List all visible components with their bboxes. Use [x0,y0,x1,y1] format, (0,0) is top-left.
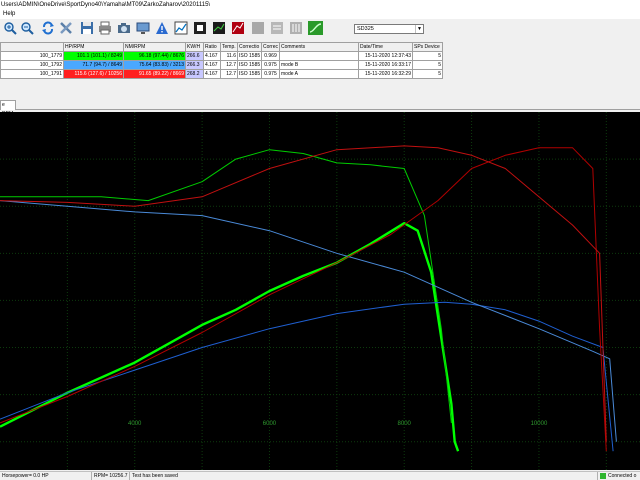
run-date: 15-11-2020 16:33:17 [358,60,413,70]
run-comment[interactable] [279,51,359,61]
run-sp: 5 [412,69,443,79]
run-id: 100_1791 [0,69,64,79]
device-select[interactable]: SD325 ▼ [354,24,424,34]
run-sp: 5 [412,60,443,70]
menu-help[interactable]: Help [3,11,15,17]
red-chart-icon[interactable] [231,21,245,35]
monitor-icon[interactable] [136,21,150,35]
run-factor: 0.969 [261,51,280,61]
run-ratio: 4.167 [203,69,221,79]
table-row[interactable]: 100_1791 115.6 (127.6) / 10256 91.65 (89… [0,69,443,79]
warning-icon[interactable] [155,21,169,35]
toolbar [0,19,640,39]
col-header[interactable]: Date/Time [358,42,413,52]
connected-icon [600,472,606,479]
series-line-power-4 [0,147,607,452]
run-nm: 91.65 (89.22) / 8669 [123,69,186,79]
col-header[interactable]: NM/RPM [123,42,186,52]
status-connection: Connected o [598,472,640,480]
device-select-value: SD325 [357,26,374,32]
col-header[interactable]: Comments [279,42,359,52]
tools-icon[interactable] [59,21,73,35]
camera-icon[interactable] [117,21,131,35]
run-temp: 12.7 [220,60,238,70]
run-comment[interactable]: mode B [279,60,359,70]
run-id: 100_1779 [0,51,64,61]
chart-window-icon[interactable] [212,21,226,35]
status-bar: Horsepower= 0.0 HP RPM= 10256.7 Test has… [0,471,640,480]
runs-table: HP/RPM NM/RPM KW/H Ratio Temp. Correctio… [0,42,443,79]
chart-x-ticks: 4000 6000 8000 10000 [128,421,548,427]
col-header[interactable]: Temp. [220,42,238,52]
col-header[interactable]: Ratio [203,42,221,52]
chevron-down-icon[interactable]: ▼ [415,25,423,33]
run-ratio: 4.167 [203,60,221,70]
col-header[interactable] [0,42,64,52]
x-tick-label: 6000 [263,421,277,427]
tab-rpm[interactable]: e RPM [0,100,16,117]
run-hp: 115.6 (127.6) / 10256 [63,69,124,79]
save-icon[interactable] [80,21,94,35]
curve-icon[interactable] [308,21,323,35]
run-temp: 11.6 [220,51,238,61]
col-header[interactable]: KW/H [185,42,204,52]
series-line-torque-5 [0,145,607,442]
status-horsepower: Horsepower= 0.0 HP [0,472,92,480]
col-header[interactable]: Correc [261,42,280,52]
run-id: 100_1792 [0,60,64,70]
print-icon[interactable] [98,21,112,35]
zoom-out-icon[interactable] [20,21,34,35]
chart-series [0,145,617,452]
run-kwh: 266.6 [185,51,204,61]
window-title: Users\ADMIN\OneDrive\SportDyno40\Yamaha\… [0,0,640,10]
run-correction: ISO 1585 [237,69,262,79]
stop-icon[interactable] [193,21,207,35]
series-line-power-0 [0,221,460,452]
graph-icon[interactable] [174,21,188,35]
dyno-chart[interactable]: 4000 6000 8000 10000 [0,112,640,470]
chart-tabs: e RPM [0,96,640,117]
run-correction: ISO 1585 [237,51,262,61]
menu-bar: Help [0,10,640,19]
run-kwh: 268.2 [185,69,204,79]
run-comment[interactable]: mode A [279,69,359,79]
settings-icon[interactable] [289,21,303,35]
run-nm: 96.18 (97.44) / 8676 [123,51,186,61]
run-correction: ISO 1585 [237,60,262,70]
col-header[interactable]: Correctio [237,42,262,52]
dyno-chart-svg: 4000 6000 8000 10000 [0,112,640,470]
table-row[interactable]: 100_1779 101.1 (101.1) / 8249 96.18 (97.… [0,51,443,61]
col-header[interactable]: SPs Device [412,42,443,52]
run-temp: 12.7 [220,69,238,79]
sheet-icon[interactable] [270,21,284,35]
run-kwh: 266.3 [185,60,204,70]
series-line-power-2 [0,301,614,452]
run-date: 15-11-2020 16:32:29 [358,69,413,79]
blank-icon[interactable] [251,21,265,35]
run-hp: 71.7 (94.7) / 8649 [63,60,124,70]
table-header-row: HP/RPM NM/RPM KW/H Ratio Temp. Correctio… [0,42,443,52]
run-hp: 101.1 (101.1) / 8249 [63,51,124,61]
chart-grid [0,112,640,470]
status-connection-text: Connected o [608,473,637,479]
refresh-icon[interactable] [41,21,55,35]
x-tick-label: 10000 [531,421,548,427]
col-header[interactable]: HP/RPM [63,42,124,52]
status-rpm: RPM= 10256.7 [92,472,130,480]
zoom-in-icon[interactable] [3,21,17,35]
status-message: Test has been saved [130,472,598,480]
x-tick-label: 4000 [128,421,142,427]
run-factor: 0.975 [261,60,280,70]
x-tick-label: 8000 [398,421,412,427]
series-line-torque-3 [0,200,617,442]
table-row[interactable]: 100_1792 71.7 (94.7) / 8649 75.64 (83.83… [0,60,443,70]
run-factor: 0.975 [261,69,280,79]
run-sp: 5 [412,51,443,61]
run-ratio: 4.167 [203,51,221,61]
run-nm: 75.64 (83.83) / 3213 [123,60,186,70]
run-date: 15-11-2020 12:37:43 [358,51,413,61]
